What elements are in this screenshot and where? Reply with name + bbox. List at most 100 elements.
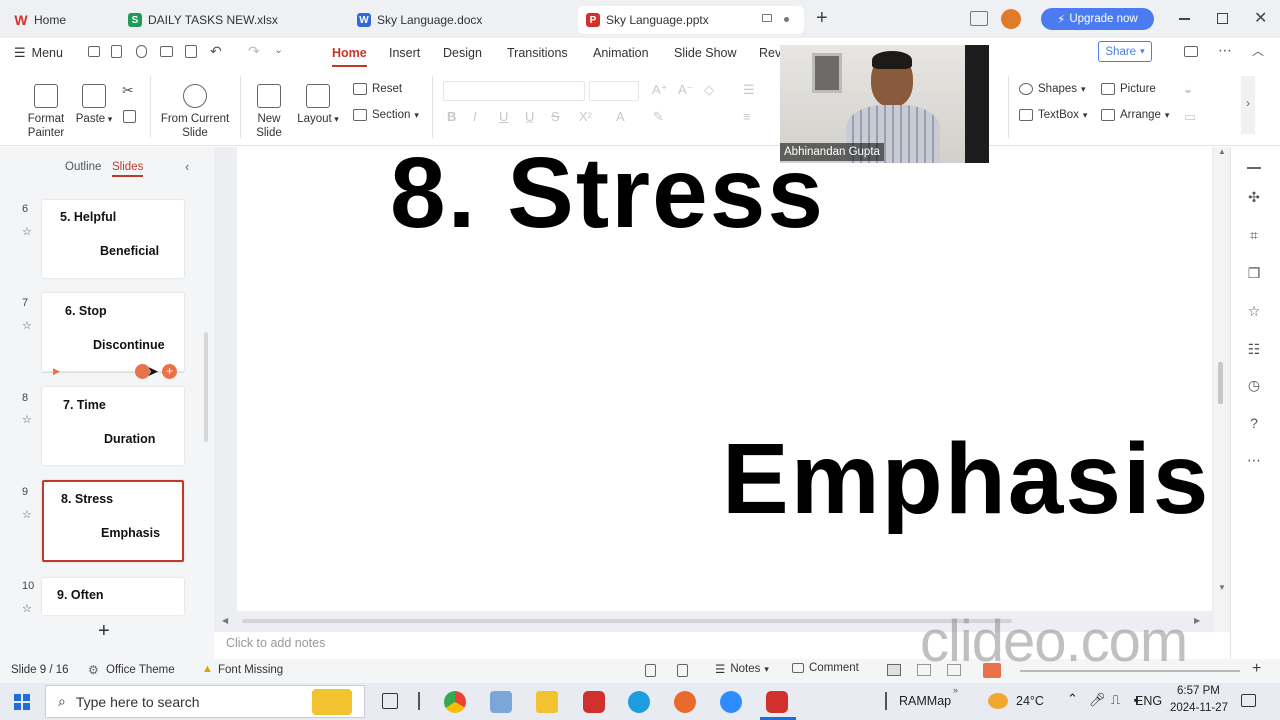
protect-icon[interactable]: [677, 664, 688, 677]
firefox-icon[interactable]: [674, 691, 696, 713]
undo-icon[interactable]: ↶: [210, 43, 222, 60]
tab-slide-show[interactable]: Slide Show: [674, 46, 737, 60]
theme-name[interactable]: Office Theme: [106, 664, 175, 676]
avatar[interactable]: [1001, 9, 1021, 29]
workspace-icon[interactable]: [970, 11, 988, 26]
underline-icon[interactable]: U: [499, 109, 508, 124]
slide-thumbnail[interactable]: 9. Often: [42, 578, 184, 615]
reset-button[interactable]: Reset: [353, 83, 402, 95]
highlight-icon[interactable]: ✎: [653, 109, 664, 125]
crop-icon[interactable]: ⌗: [1246, 227, 1262, 243]
tab-transitions[interactable]: Transitions: [507, 46, 568, 60]
star-icon[interactable]: ☆: [22, 225, 32, 238]
edge-icon[interactable]: [628, 691, 650, 713]
paint-app-icon[interactable]: [490, 691, 512, 713]
vertical-scrollbar[interactable]: ▲ ▼: [1214, 147, 1230, 632]
zoom-slider[interactable]: [1020, 670, 1240, 672]
collapse-ribbon-icon[interactable]: ︿: [1252, 42, 1264, 59]
increase-font-icon[interactable]: A⁺: [652, 82, 668, 98]
section-button[interactable]: Section ▾: [353, 109, 419, 121]
collapse-icon[interactable]: [1247, 167, 1261, 169]
star-icon[interactable]: ☆: [22, 413, 32, 426]
notes-placeholder[interactable]: Click to add notes: [226, 636, 325, 650]
tab-insert[interactable]: Insert: [389, 46, 420, 60]
fit-slide-icon[interactable]: [645, 664, 656, 677]
tab-review[interactable]: Rev: [759, 46, 781, 60]
italic-icon[interactable]: I: [473, 109, 477, 124]
minimize-icon[interactable]: [1179, 18, 1190, 20]
settings-sliders-icon[interactable]: ☷: [1246, 341, 1262, 357]
reading-view-icon[interactable]: [947, 664, 961, 676]
tab-daily-tasks[interactable]: S DAILY TASKS NEW.xlsx: [120, 6, 344, 34]
print-icon[interactable]: [160, 46, 173, 57]
fill-icon[interactable]: ◒: [1184, 82, 1192, 97]
slideshow-icon[interactable]: [983, 663, 1001, 678]
align-left-icon[interactable]: ≡: [743, 109, 751, 124]
horizontal-scrollbar[interactable]: ◀ ▶: [222, 616, 1212, 626]
comment-icon[interactable]: [1184, 46, 1198, 57]
textbox-button[interactable]: TextBox ▾: [1019, 109, 1087, 121]
from-current-slide-button[interactable]: From Current Slide: [160, 84, 230, 140]
tab-home[interactable]: W Home: [6, 6, 116, 34]
cut-icon[interactable]: ✂: [122, 82, 134, 99]
new-slide-button[interactable]: New Slide: [252, 84, 286, 140]
outline-icon[interactable]: ▭: [1184, 109, 1196, 125]
strikethrough-icon[interactable]: S: [551, 109, 560, 124]
copy-icon[interactable]: [123, 110, 136, 123]
save-icon[interactable]: [111, 45, 122, 58]
more-icon[interactable]: ⋯: [1246, 452, 1262, 468]
superscript-icon[interactable]: X²: [579, 109, 592, 124]
help-icon[interactable]: ?: [1246, 415, 1262, 431]
decrease-font-icon[interactable]: A⁻: [678, 82, 694, 98]
arrange-button[interactable]: Arrange ▾: [1101, 109, 1169, 121]
new-tab-icon[interactable]: +: [816, 8, 828, 28]
picture-button[interactable]: Picture: [1101, 83, 1156, 95]
upgrade-button[interactable]: ⚡ Upgrade now: [1041, 8, 1154, 30]
zoom-in-icon[interactable]: +: [1252, 660, 1261, 678]
microphone-icon[interactable]: 🎤︎: [1089, 692, 1106, 708]
search-box[interactable]: ⌕ Type here to search: [45, 685, 365, 718]
current-slide[interactable]: 8. Stress Emphasis: [237, 147, 1212, 611]
window-icon[interactable]: [762, 14, 772, 22]
tab-home-ribbon[interactable]: Home: [332, 46, 367, 67]
task-view-icon[interactable]: [382, 693, 398, 709]
expand-icon[interactable]: »: [953, 685, 958, 695]
slide-thumbnail[interactable]: 7. Time Duration: [42, 387, 184, 465]
ribbon-scroll-right-icon[interactable]: ›: [1241, 76, 1255, 134]
slide-sorter-icon[interactable]: [917, 664, 931, 676]
windows-start-icon[interactable]: [14, 694, 30, 710]
tab-animation[interactable]: Animation: [593, 46, 649, 60]
temperature[interactable]: 24°C: [1016, 694, 1044, 708]
slide-thumbnail[interactable]: 5. Helpful Beneficial: [42, 200, 184, 278]
bullets-icon[interactable]: ☰: [743, 82, 755, 98]
comment-toggle[interactable]: Comment: [792, 662, 859, 674]
shadow-text-icon[interactable]: U̲: [525, 109, 534, 124]
font-color-icon[interactable]: A: [616, 109, 625, 124]
language-indicator[interactable]: ENG: [1135, 694, 1162, 708]
redo-icon[interactable]: ↷: [248, 43, 260, 60]
file-explorer-icon[interactable]: [536, 691, 558, 713]
add-slide-icon[interactable]: +: [98, 620, 110, 643]
bold-icon[interactable]: B: [447, 109, 456, 124]
normal-view-icon[interactable]: [887, 664, 901, 676]
star-icon[interactable]: ☆: [22, 602, 32, 615]
tray-chevron-icon[interactable]: ⌃: [1067, 691, 1078, 707]
wps-icon[interactable]: [583, 691, 605, 713]
tab-slides[interactable]: Slides: [112, 161, 144, 177]
font-size-select[interactable]: [589, 81, 639, 101]
tools-icon[interactable]: ✣: [1246, 189, 1262, 205]
restore-icon[interactable]: [1217, 13, 1228, 24]
scroll-thumb[interactable]: [242, 619, 1012, 623]
wps-active-icon[interactable]: [766, 691, 788, 713]
font-missing-label[interactable]: Font Missing: [218, 664, 283, 676]
zoom-icon[interactable]: [720, 691, 742, 713]
close-icon[interactable]: ✕: [1254, 8, 1267, 28]
slide-thumbnail-selected[interactable]: 8. Stress Emphasis: [42, 480, 184, 562]
rammap-label[interactable]: RAMMap: [899, 694, 951, 708]
add-slide-inline-icon[interactable]: +: [162, 364, 177, 379]
paste-button[interactable]: Paste ▾: [74, 84, 114, 126]
collapse-panel-icon[interactable]: ‹: [185, 159, 189, 174]
chevron-down-icon[interactable]: ⌄: [274, 43, 283, 56]
share-button[interactable]: Share ▾: [1098, 41, 1152, 62]
scroll-right-icon[interactable]: ▶: [1194, 616, 1200, 625]
